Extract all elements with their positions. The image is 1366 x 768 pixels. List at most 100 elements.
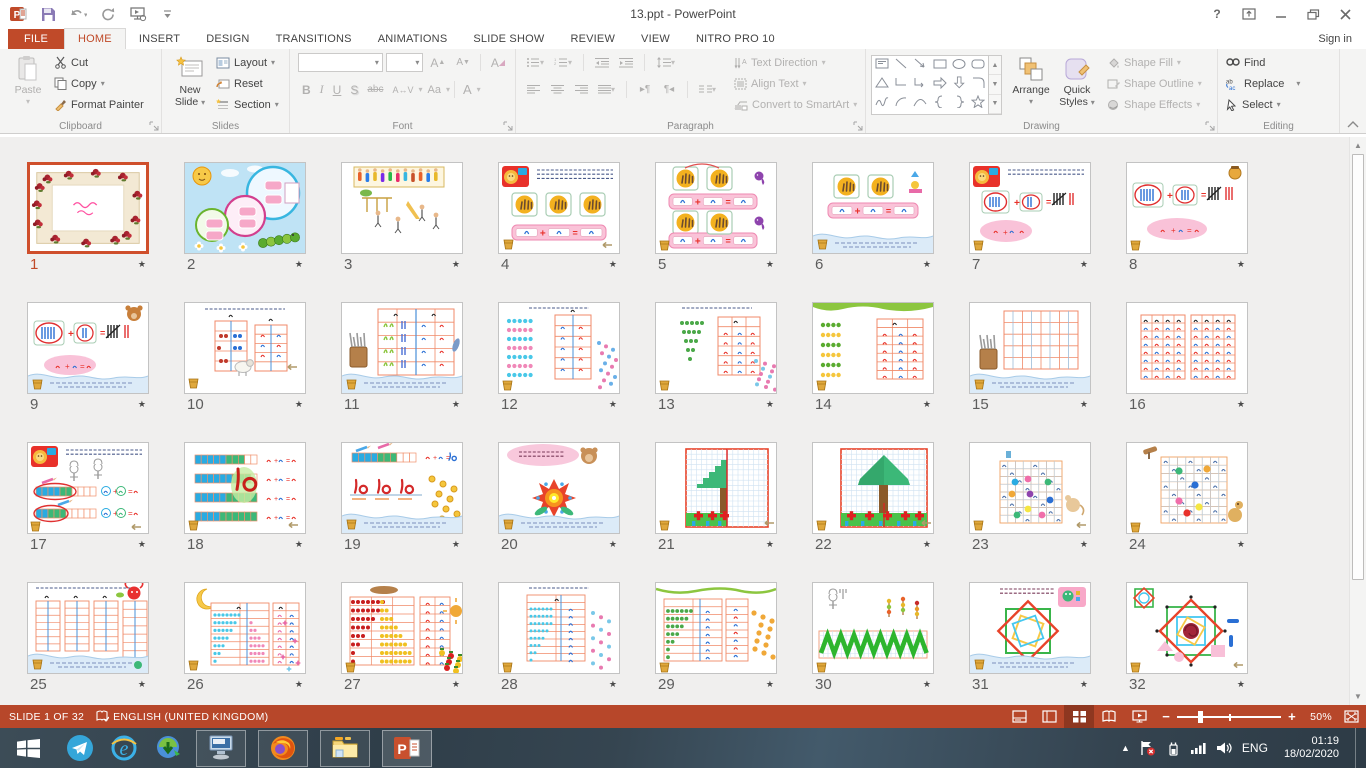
slide-6-preview[interactable]: += — [812, 162, 934, 254]
animation-indicator-icon[interactable]: ★ — [766, 679, 774, 690]
shape-effects-button[interactable]: Shape Effects▾ — [1104, 94, 1205, 115]
shape-option-11[interactable] — [971, 76, 985, 94]
slide-thumbnail-10[interactable]: 10★ — [184, 302, 306, 413]
bullets-button[interactable]: ▾ — [524, 53, 546, 73]
slide-thumbnail-26[interactable]: 26★ — [184, 582, 306, 693]
slide-31-preview[interactable] — [969, 582, 1091, 674]
increase-font-size-button[interactable]: A▲ — [426, 53, 449, 73]
animation-indicator-icon[interactable]: ★ — [138, 679, 146, 690]
align-text-button[interactable]: Align Text▾ — [731, 73, 860, 94]
shape-fill-button[interactable]: Shape Fill▾ — [1104, 52, 1205, 73]
shape-option-10[interactable] — [952, 76, 966, 94]
action-center-flag-icon[interactable] — [1140, 740, 1156, 756]
animation-indicator-icon[interactable]: ★ — [295, 259, 303, 270]
collapse-ribbon-button[interactable] — [1346, 120, 1360, 129]
arrange-button[interactable]: Arrange ▾ — [1008, 52, 1054, 108]
slide-thumbnail-16[interactable]: 16★ — [1126, 302, 1248, 413]
slide-thumbnail-24[interactable]: 24★ — [1126, 442, 1248, 553]
slide-thumbnail-20[interactable]: 20★ — [498, 442, 620, 553]
slide-thumbnail-28[interactable]: 28★ — [498, 582, 620, 693]
animation-indicator-icon[interactable]: ★ — [923, 399, 931, 410]
character-spacing-button[interactable]: A↔V — [388, 80, 417, 100]
shape-option-8[interactable] — [913, 76, 927, 94]
tab-slide-show[interactable]: SLIDE SHOW — [460, 29, 557, 49]
shape-option-6[interactable] — [875, 76, 889, 94]
animation-indicator-icon[interactable]: ★ — [1237, 259, 1245, 270]
animation-indicator-icon[interactable]: ★ — [609, 399, 617, 410]
select-button[interactable]: Select▾ — [1223, 94, 1303, 115]
slide-thumbnail-5[interactable]: +=+=5★ — [655, 162, 777, 273]
animation-indicator-icon[interactable]: ★ — [295, 399, 303, 410]
shape-option-1[interactable] — [894, 57, 908, 75]
slide-30-preview[interactable] — [812, 582, 934, 674]
tab-home[interactable]: HOME — [64, 28, 126, 49]
shape-option-3[interactable] — [933, 57, 947, 75]
slide-21-preview[interactable] — [655, 442, 777, 534]
justify-button[interactable]: ▾ — [596, 80, 617, 100]
taskbar-telegram-icon[interactable] — [58, 728, 102, 768]
copy-button[interactable]: Copy▾ — [51, 73, 147, 94]
slide-thumbnail-3[interactable]: 3★ — [341, 162, 463, 273]
vertical-scrollbar[interactable]: ▲ ▼ — [1349, 137, 1366, 705]
animation-indicator-icon[interactable]: ★ — [1237, 539, 1245, 550]
slide-thumbnail-31[interactable]: 31★ — [969, 582, 1091, 693]
slide-thumbnail-9[interactable]: +=+=9★ — [27, 302, 149, 413]
slide-thumbnail-8[interactable]: +=+=8★ — [1126, 162, 1248, 273]
slide-thumbnail-11[interactable]: 11★ — [341, 302, 463, 413]
taskbar-internet-explorer-icon[interactable]: e — [102, 728, 146, 768]
ltr-text-direction-button[interactable]: ▸¶ — [636, 80, 654, 100]
slide-11-preview[interactable] — [341, 302, 463, 394]
slide-3-preview[interactable] — [341, 162, 463, 254]
columns-button[interactable]: ▾ — [697, 80, 718, 100]
shape-option-15[interactable] — [933, 95, 947, 113]
animation-indicator-icon[interactable]: ★ — [1080, 679, 1088, 690]
animation-indicator-icon[interactable]: ★ — [923, 539, 931, 550]
shape-option-17[interactable] — [971, 95, 985, 113]
section-button[interactable]: Section▾ — [213, 94, 282, 115]
slide-10-preview[interactable] — [184, 302, 306, 394]
new-slide-button[interactable]: NewSlide ▾ — [167, 52, 213, 109]
slide-25-preview[interactable] — [27, 582, 149, 674]
scroll-down-button[interactable]: ▼ — [1350, 688, 1366, 705]
slide-thumbnail-27[interactable]: 27★ — [341, 582, 463, 693]
animation-indicator-icon[interactable]: ★ — [1237, 679, 1245, 690]
animation-indicator-icon[interactable]: ★ — [1080, 259, 1088, 270]
spell-check-icon[interactable] — [93, 705, 111, 728]
shape-option-2[interactable] — [913, 57, 927, 75]
slide-24-preview[interactable] — [1126, 442, 1248, 534]
tab-animations[interactable]: ANIMATIONS — [365, 29, 461, 49]
animation-indicator-icon[interactable]: ★ — [452, 259, 460, 270]
slide-5-preview[interactable]: +=+= — [655, 162, 777, 254]
scroll-up-button[interactable]: ▲ — [1350, 137, 1366, 154]
tab-view[interactable]: VIEW — [628, 29, 683, 49]
power-battery-icon[interactable] — [1166, 741, 1180, 756]
shape-outline-button[interactable]: Shape Outline▾ — [1104, 73, 1205, 94]
slide-thumbnail-17[interactable]: +=+=17★ — [27, 442, 149, 553]
fit-slide-to-window-button[interactable] — [1336, 705, 1366, 728]
input-language-indicator[interactable]: ENG — [1242, 741, 1268, 755]
decrease-indent-button[interactable] — [593, 53, 611, 73]
slide-thumbnail-13[interactable]: 13★ — [655, 302, 777, 413]
animation-indicator-icon[interactable]: ★ — [609, 679, 617, 690]
text-shadow-button[interactable]: S — [346, 80, 362, 100]
slide-thumbnail-21[interactable]: 21★ — [655, 442, 777, 553]
text-direction-button[interactable]: A Text Direction▾ — [731, 52, 860, 73]
animation-indicator-icon[interactable]: ★ — [609, 539, 617, 550]
convert-to-smartart-button[interactable]: Convert to SmartArt▾ — [731, 94, 860, 115]
slide-thumbnail-30[interactable]: 30★ — [812, 582, 934, 693]
clipboard-dialog-launcher[interactable] — [149, 121, 159, 131]
animation-indicator-icon[interactable]: ★ — [923, 259, 931, 270]
font-name-combobox[interactable]: ▾ — [298, 53, 383, 72]
language-indicator[interactable]: ENGLISH (UNITED KINGDOM) — [111, 705, 277, 728]
slide-thumbnail-22[interactable]: 22★ — [812, 442, 934, 553]
slide-18-preview[interactable]: +=+=+=+= — [184, 442, 306, 534]
slide-29-preview[interactable] — [655, 582, 777, 674]
increase-indent-button[interactable] — [617, 53, 635, 73]
paste-button[interactable]: Paste ▾ — [5, 52, 51, 108]
slide-thumbnail-14[interactable]: 14★ — [812, 302, 934, 413]
italic-button[interactable]: I — [316, 80, 328, 100]
shape-option-13[interactable] — [894, 95, 908, 113]
slide-23-preview[interactable] — [969, 442, 1091, 534]
normal-view-button[interactable] — [1034, 705, 1064, 728]
slide-22-preview[interactable] — [812, 442, 934, 534]
